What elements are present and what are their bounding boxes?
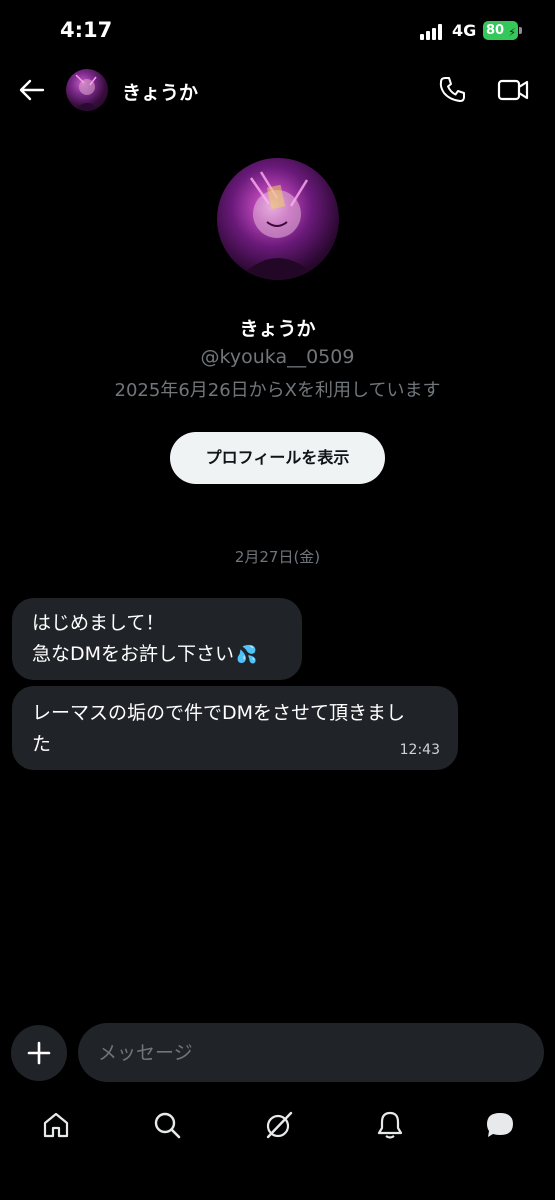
- message-text: レーマスの垢ので件でDMをさせて頂きまし: [32, 702, 406, 724]
- back-button[interactable]: [16, 74, 48, 106]
- charging-icon: ⚡: [508, 26, 516, 39]
- status-time: 4:17: [60, 18, 113, 42]
- search-icon: [154, 1112, 181, 1139]
- battery-level: 80: [486, 23, 505, 38]
- conversation-header: きょうか: [0, 62, 555, 120]
- message-text: 急なDMをお許し下さい 💦: [32, 639, 282, 671]
- nav-home[interactable]: [39, 1108, 73, 1142]
- back-arrow-icon: [19, 79, 45, 101]
- avatar-image: [74, 74, 100, 111]
- bottom-navigation: [0, 1098, 555, 1154]
- battery-cap: [519, 27, 522, 34]
- profile-avatar[interactable]: [217, 158, 339, 280]
- sweat-droplets-icon: 💦: [236, 645, 258, 665]
- message-bubble[interactable]: レーマスの垢ので件でDMをさせて頂きまし た 12:43: [12, 686, 458, 770]
- dm-conversation-screen: 4:17 4G 80 ⚡ きょうか きょうか @kyouka__0509 202…: [0, 0, 555, 1200]
- message-text: た: [32, 733, 52, 755]
- message-time: 12:43: [399, 742, 440, 758]
- nav-grok[interactable]: [262, 1108, 296, 1142]
- plus-icon: [27, 1041, 51, 1065]
- date-divider: 2月27日(金): [234, 548, 321, 566]
- profile-avatar-image: [237, 171, 319, 280]
- nav-search[interactable]: [150, 1108, 184, 1142]
- nav-messages[interactable]: [483, 1108, 517, 1142]
- messages-icon: [487, 1113, 513, 1137]
- network-type: 4G: [452, 21, 477, 40]
- view-profile-button[interactable]: プロフィールを表示: [170, 432, 385, 484]
- grok-icon: [266, 1111, 293, 1139]
- message-bubble[interactable]: はじめまして！ 急なDMをお許し下さい 💦: [12, 598, 302, 680]
- video-icon: [497, 79, 529, 101]
- profile-handle: @kyouka__0509: [200, 346, 355, 368]
- avatar[interactable]: [66, 69, 108, 111]
- phone-icon: [439, 77, 465, 102]
- voice-call-button[interactable]: [436, 74, 468, 106]
- notifications-icon: [377, 1111, 403, 1139]
- video-call-button[interactable]: [496, 74, 530, 106]
- home-icon: [43, 1112, 69, 1138]
- profile-name: きょうか: [239, 318, 316, 340]
- status-bar: 4:17 4G 80 ⚡: [0, 0, 555, 62]
- nav-notifications[interactable]: [373, 1108, 407, 1142]
- message-text: はじめまして！: [32, 612, 165, 634]
- signal-icon: [420, 23, 446, 40]
- profile-joined-date: 2025年6月26日からXを利用しています: [114, 380, 441, 401]
- message-input[interactable]: [78, 1023, 544, 1082]
- add-attachment-button[interactable]: [11, 1025, 67, 1081]
- header-name[interactable]: きょうか: [122, 78, 198, 105]
- battery-icon: 80 ⚡: [483, 21, 518, 40]
